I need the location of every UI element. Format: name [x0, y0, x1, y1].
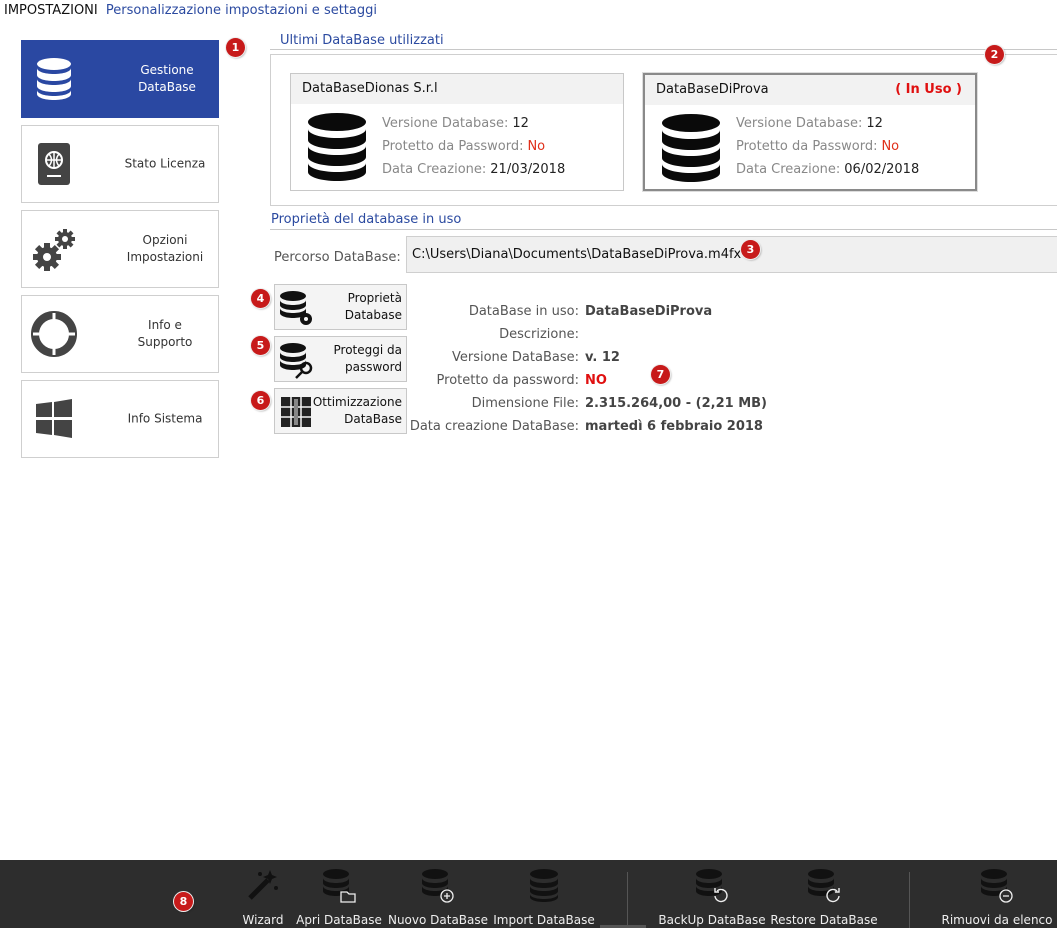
- toolbar-label: Restore DataBase: [770, 913, 878, 927]
- nav-item-info-supporto[interactable]: Info e Supporto: [21, 295, 219, 373]
- callout-badge: 5: [251, 336, 270, 355]
- database-icon: [308, 113, 366, 181]
- path-field[interactable]: C:\Users\Diana\Documents\DataBaseDiProva…: [406, 236, 1057, 273]
- prop-value-versione: v. 12: [585, 350, 620, 365]
- db-password-row: Protetto da Password: No: [382, 139, 546, 154]
- db-password-row: Protetto da Password: No: [736, 139, 900, 154]
- wizard-button[interactable]: Wizard: [233, 860, 293, 928]
- nav-label: Stato Licenza: [124, 156, 206, 171]
- optimize-database-button[interactable]: Ottimizzazione DataBase: [274, 388, 407, 434]
- toolbar-label: BackUp DataBase: [658, 913, 766, 927]
- props-section-title: Proprietà del database in uso: [271, 212, 462, 227]
- protect-password-button[interactable]: Proteggi da password: [274, 336, 407, 382]
- callout-badge: 7: [651, 365, 670, 384]
- import-database-button[interactable]: Import DataBase: [493, 860, 595, 928]
- database-icon: [37, 58, 71, 100]
- in-use-badge: ( In Uso ): [895, 82, 962, 97]
- passport-icon: [38, 143, 70, 185]
- page-title: IMPOSTAZIONI: [4, 3, 98, 18]
- callout-badge: 6: [251, 391, 270, 410]
- database-backup-icon: [696, 869, 728, 903]
- callout-badge: 3: [741, 240, 760, 259]
- nav-label: Info Sistema: [127, 411, 203, 426]
- toolbar-label: Import DataBase: [493, 913, 595, 927]
- nav-item-stato-licenza[interactable]: Stato Licenza: [21, 125, 219, 203]
- db-version-row: Versione Database: 12: [736, 116, 883, 131]
- restore-database-button[interactable]: Restore DataBase: [770, 860, 878, 928]
- nav-label: Info e Supporto: [137, 318, 193, 349]
- prop-value-protetto: NO: [585, 373, 607, 388]
- toolbar-label: Apri DataBase: [296, 913, 382, 927]
- divider: [270, 49, 1057, 50]
- database-restore-icon: [808, 869, 840, 903]
- db-name: DataBaseDionas S.r.l: [302, 81, 438, 96]
- database-properties-button[interactable]: Proprietà Database: [274, 284, 407, 330]
- magic-wand-icon: [248, 870, 278, 900]
- action-label: Proteggi da password: [333, 343, 402, 374]
- callout-badge: 1: [226, 38, 245, 57]
- recent-section-title: Ultimi DataBase utilizzati: [280, 33, 444, 48]
- backup-database-button[interactable]: BackUp DataBase: [658, 860, 766, 928]
- db-name: DataBaseDiProva: [656, 82, 769, 97]
- database-add-icon: [422, 869, 454, 903]
- toolbar-label: Nuovo DataBase: [387, 913, 489, 927]
- database-gear-icon: [280, 291, 312, 325]
- db-date-row: Data Creazione: 06/02/2018: [736, 162, 920, 177]
- prop-value-dimensione: 2.315.264,00 - (2,21 MB): [585, 396, 767, 411]
- nav-label: Gestione DataBase: [138, 63, 196, 94]
- database-remove-icon: [981, 869, 1013, 903]
- prop-value-database-in-uso: DataBaseDiProva: [585, 304, 713, 319]
- database-import-icon: [530, 869, 558, 902]
- new-database-button[interactable]: Nuovo DataBase: [388, 860, 488, 928]
- compress-archive-icon: [281, 397, 311, 427]
- open-database-button[interactable]: Apri DataBase: [296, 860, 382, 928]
- callout-badge: 2: [985, 45, 1004, 64]
- page-header: IMPOSTAZIONI Personalizzazione impostazi…: [4, 3, 377, 18]
- recent-db-card-in-use[interactable]: DataBaseDiProva ( In Uso ) Versione Datab…: [643, 73, 977, 191]
- callout-badge: 4: [251, 289, 270, 308]
- remove-from-list-button[interactable]: Rimuovi da elenco: [942, 860, 1053, 928]
- prop-value-data-creazione: martedì 6 febbraio 2018: [585, 419, 763, 434]
- database-key-icon: [280, 343, 313, 379]
- lifebuoy-icon: [31, 311, 77, 357]
- toolbar-separator: [627, 872, 628, 928]
- nav-label: Opzioni Impostazioni: [126, 233, 204, 264]
- path-label: Percorso DataBase:: [274, 250, 401, 265]
- gears-icon: [33, 229, 75, 271]
- bottom-toolbar: 8 Wizard Apri DataBase Nuovo DataBase Im…: [0, 860, 1057, 928]
- db-version-row: Versione Database: 12: [382, 116, 529, 131]
- page-subtitle: Personalizzazione impostazioni e settagg…: [105, 3, 377, 18]
- action-label: Proprietà Database: [344, 291, 402, 322]
- database-icon: [662, 114, 720, 182]
- database-open-icon: [323, 869, 356, 903]
- windows-icon: [36, 399, 72, 438]
- action-label: Ottimizzazione DataBase: [312, 395, 402, 426]
- toolbar-label: Rimuovi da elenco: [941, 913, 1053, 927]
- nav-item-gestione-database[interactable]: Gestione DataBase: [21, 40, 219, 118]
- divider: [270, 229, 1057, 230]
- db-date-row: Data Creazione: 21/03/2018: [382, 162, 566, 177]
- toolbar-label: Wizard: [242, 913, 284, 927]
- toolbar-separator: [909, 872, 910, 928]
- nav-item-opzioni-impostazioni[interactable]: Opzioni Impostazioni: [21, 210, 219, 288]
- recent-db-card[interactable]: DataBaseDionas S.r.l Versione Database: 1…: [290, 73, 624, 191]
- nav-item-info-sistema[interactable]: Info Sistema: [21, 380, 219, 458]
- callout-badge: 8: [174, 892, 193, 911]
